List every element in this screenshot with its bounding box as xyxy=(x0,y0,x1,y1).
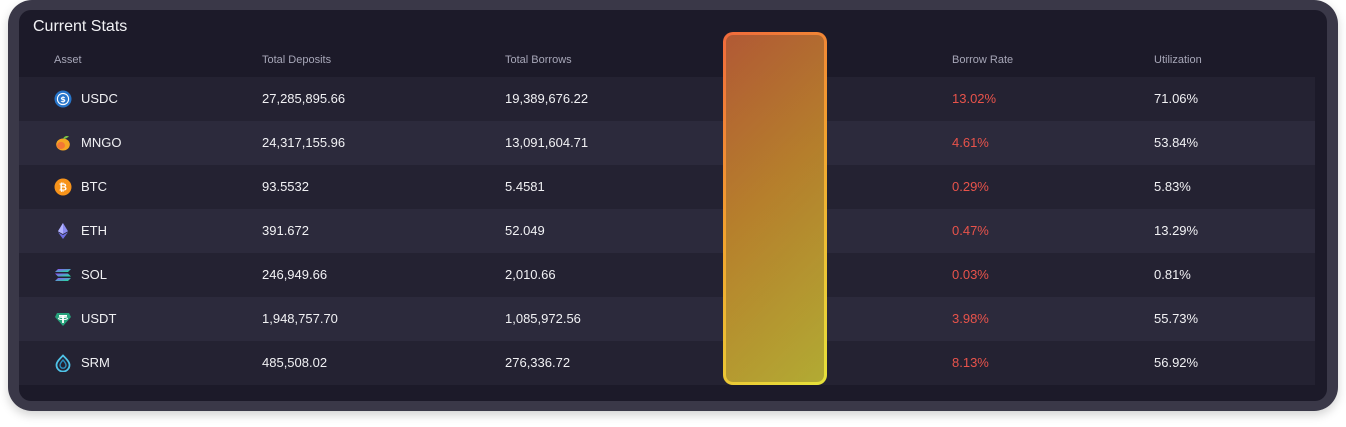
stats-panel: Current Stats Asset Total Deposits Total… xyxy=(19,10,1327,401)
mango-icon xyxy=(56,136,70,151)
table-row[interactable]: SOL 246,949.66 2,010.66 0.00% 0.03% 0.81… xyxy=(19,253,1315,297)
utilization: 0.81% xyxy=(1154,267,1191,282)
asset-name: ETH xyxy=(81,223,107,238)
deposit-rate: 0.02% xyxy=(747,179,784,194)
table-row[interactable]: $ USDC 27,285,895.66 19,389,676.22 9.25%… xyxy=(19,77,1315,121)
utilization: 53.84% xyxy=(1154,135,1199,150)
usdc-icon: $ xyxy=(54,90,72,108)
panel-title: Current Stats xyxy=(33,18,128,35)
total-borrows: 2,010.66 xyxy=(505,267,556,282)
table-row[interactable]: SRM 485,508.02 276,336.72 4.63% 8.13% 56… xyxy=(19,341,1315,385)
svg-text:₿: ₿ xyxy=(59,182,67,194)
deposit-rate: 9.25% xyxy=(747,91,784,106)
bitcoin-icon: ₿ xyxy=(54,178,72,196)
borrow-rate: 8.13% xyxy=(952,355,989,370)
total-deposits: 391.672 xyxy=(262,223,309,238)
solana-icon xyxy=(55,269,71,281)
deposit-rate: 0.00% xyxy=(747,267,784,282)
deposit-rate: 2.48% xyxy=(747,135,784,150)
ethereum-icon xyxy=(58,223,68,239)
total-borrows: 13,091,604.71 xyxy=(505,135,589,150)
total-deposits: 93.5532 xyxy=(262,179,309,194)
total-deposits: 24,317,155.96 xyxy=(262,135,346,150)
utilization: 55.73% xyxy=(1154,311,1199,326)
asset-name: SRM xyxy=(81,355,110,370)
asset-name: USDC xyxy=(81,91,118,106)
total-deposits: 246,949.66 xyxy=(262,267,328,282)
utilization: 5.83% xyxy=(1154,179,1191,194)
borrow-rate: 13.02% xyxy=(952,91,997,106)
borrow-rate: 0.47% xyxy=(952,223,989,238)
total-borrows: 5.4581 xyxy=(505,179,545,194)
serum-icon xyxy=(55,354,71,372)
deposit-rate: 0.06% xyxy=(747,223,784,238)
borrow-rate: 4.61% xyxy=(952,135,989,150)
utilization: 56.92% xyxy=(1154,355,1199,370)
header-deposit-rate[interactable]: Deposit Rate xyxy=(747,54,811,66)
deposit-rate: 4.63% xyxy=(747,355,784,370)
utilization: 71.06% xyxy=(1154,91,1199,106)
borrow-rate: 0.03% xyxy=(952,267,989,282)
table-row[interactable]: MNGO 24,317,155.96 13,091,604.71 2.48% 4… xyxy=(19,121,1315,165)
total-deposits: 485,508.02 xyxy=(262,355,328,370)
total-borrows: 1,085,972.56 xyxy=(505,311,581,326)
asset-name: MNGO xyxy=(81,135,122,150)
borrow-rate: 0.29% xyxy=(952,179,989,194)
table-body: $ USDC 27,285,895.66 19,389,676.22 9.25%… xyxy=(19,77,1315,385)
table-row[interactable]: USDT 1,948,757.70 1,085,972.56 2.22% 3.9… xyxy=(19,297,1315,341)
svg-text:$: $ xyxy=(60,95,66,104)
asset-name: USDT xyxy=(81,311,117,326)
header-total-deposits[interactable]: Total Deposits xyxy=(262,54,331,66)
table-row[interactable]: ETH 391.672 52.049 0.06% 0.47% 13.29% xyxy=(19,209,1315,253)
total-deposits: 1,948,757.70 xyxy=(262,311,338,326)
borrow-rate: 3.98% xyxy=(952,311,989,326)
asset-name: SOL xyxy=(81,267,108,282)
header-utilization[interactable]: Utilization xyxy=(1154,54,1202,66)
tether-icon xyxy=(55,313,71,326)
table-header: Asset Total Deposits Total Borrows Depos… xyxy=(19,54,1315,76)
total-deposits: 27,285,895.66 xyxy=(262,91,346,106)
deposit-rate: 2.22% xyxy=(747,311,784,326)
header-asset[interactable]: Asset xyxy=(54,54,82,66)
header-total-borrows[interactable]: Total Borrows xyxy=(505,54,572,66)
total-borrows: 52.049 xyxy=(505,223,545,238)
utilization: 13.29% xyxy=(1154,223,1199,238)
total-borrows: 276,336.72 xyxy=(505,355,571,370)
table-row[interactable]: ₿ BTC 93.5532 5.4581 0.02% 0.29% 5.83% xyxy=(19,165,1315,209)
total-borrows: 19,389,676.22 xyxy=(505,91,589,106)
asset-name: BTC xyxy=(81,179,107,194)
header-borrow-rate[interactable]: Borrow Rate xyxy=(952,54,1013,66)
